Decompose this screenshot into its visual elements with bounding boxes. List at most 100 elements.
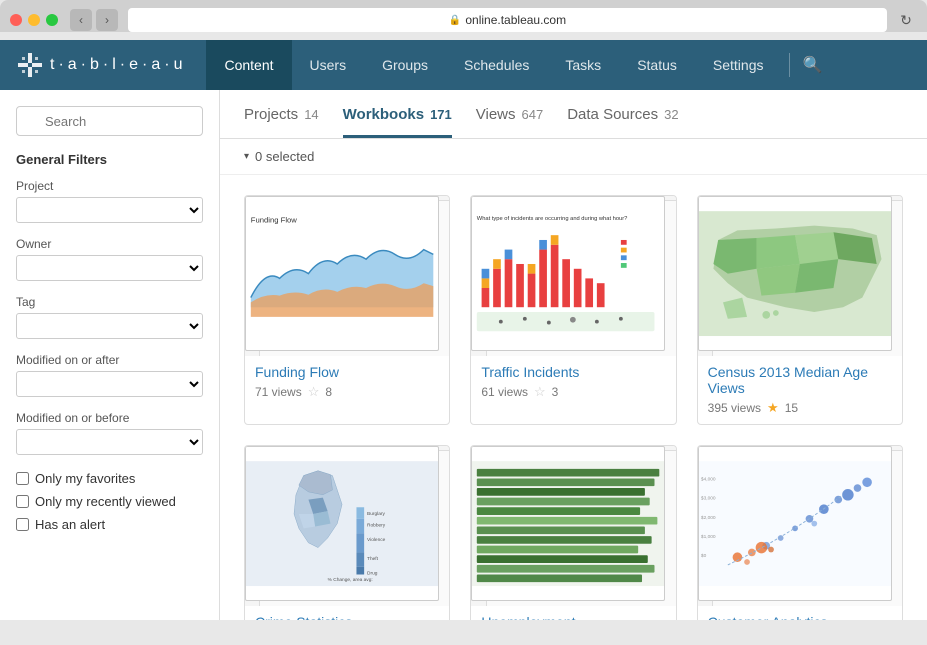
workbook-card-crime[interactable]: UK Crime Statistics: [244, 445, 450, 620]
tab-views-count: 647: [522, 107, 544, 122]
tab-workbooks-label: Workbooks: [343, 106, 424, 123]
svg-text:What type of incidents are occ: What type of incidents are occurring and…: [477, 216, 628, 222]
svg-text:$0: $0: [701, 553, 707, 559]
nav-item-settings[interactable]: Settings: [695, 40, 782, 90]
filter-group-tag: Tag: [16, 295, 203, 339]
filter-label-project: Project: [16, 179, 203, 193]
workbook-card-unemployment[interactable]: Unemployment 112 views ☆ 4: [470, 445, 676, 620]
tab-workbooks-count: 171: [430, 107, 452, 122]
tab-projects-label: Projects: [244, 106, 298, 123]
traffic-lights: [10, 14, 58, 26]
maximize-button[interactable]: [46, 14, 58, 26]
card-thumb-main-traffic: What type of incidents are occurring and…: [471, 196, 665, 351]
card-info-census: Census 2013 Median Age Views 395 views ★…: [698, 356, 902, 424]
card-info-unemployment: Unemployment 112 views ☆ 4: [471, 606, 675, 620]
top-nav: t·a·b·l·e·a·u Content Users Groups Sched…: [0, 40, 927, 90]
checkbox-has-alert[interactable]: Has an alert: [16, 517, 203, 532]
nav-item-status[interactable]: Status: [619, 40, 695, 90]
workbook-card-census[interactable]: Census 2013 Median Age Views 395 views ★…: [697, 195, 903, 425]
url-text: online.tableau.com: [465, 13, 566, 27]
filter-select-tag[interactable]: [16, 313, 203, 339]
card-thumb-main-crime: UK Crime Statistics: [245, 446, 439, 601]
svg-text:Drug: Drug: [367, 571, 378, 577]
filter-select-owner[interactable]: [16, 255, 203, 281]
checkbox-recently-viewed-input[interactable]: [16, 495, 29, 508]
checkbox-favorites[interactable]: Only my favorites: [16, 471, 203, 486]
nav-item-tasks[interactable]: Tasks: [547, 40, 619, 90]
filter-label-owner: Owner: [16, 237, 203, 251]
workbook-card-traffic-incidents[interactable]: What type of incidents are occurring and…: [470, 195, 676, 425]
nav-item-content[interactable]: Content: [206, 40, 291, 90]
card-title-traffic[interactable]: Traffic Incidents: [481, 364, 665, 380]
workbooks-grid: Funding Flow Funding Flow: [220, 175, 927, 620]
card-title-unemployment[interactable]: Unemployment: [481, 614, 665, 620]
workbook-card-funding-flow[interactable]: Funding Flow Funding Flow: [244, 195, 450, 425]
svg-text:% Change, area avg:: % Change, area avg:: [328, 577, 373, 583]
card-thumb-main-census: [698, 196, 892, 351]
reload-button[interactable]: ↻: [895, 9, 917, 31]
tableau-logo-icon: [16, 51, 44, 79]
views-funding-flow: 71 views: [255, 385, 302, 399]
checkbox-has-alert-label: Has an alert: [35, 517, 105, 532]
back-button[interactable]: ‹: [70, 9, 92, 31]
checkbox-recently-viewed[interactable]: Only my recently viewed: [16, 494, 203, 509]
workbook-card-customer[interactable]: $4,000 $3,000 $2,000 $1,000 $0: [697, 445, 903, 620]
star-icon-census[interactable]: ★: [767, 400, 779, 416]
main-content: Projects 14 Workbooks 171 Views 647 Data…: [220, 90, 927, 620]
filter-label-tag: Tag: [16, 295, 203, 309]
address-bar[interactable]: 🔒 online.tableau.com: [128, 8, 887, 32]
nav-item-schedules[interactable]: Schedules: [446, 40, 547, 90]
search-input[interactable]: [16, 106, 203, 136]
card-meta-traffic: 61 views ☆ 3: [481, 384, 665, 400]
svg-text:Funding Flow: Funding Flow: [251, 216, 298, 225]
views-census: 395 views: [708, 401, 761, 415]
filter-select-modified-before[interactable]: [16, 429, 203, 455]
forward-button[interactable]: ›: [96, 9, 118, 31]
traffic-chart: What type of incidents are occurring and…: [472, 197, 664, 350]
minimize-button[interactable]: [28, 14, 40, 26]
card-info-funding-flow: Funding Flow 71 views ☆ 8: [245, 356, 449, 408]
tab-data-sources[interactable]: Data Sources 32: [567, 106, 678, 135]
tab-projects-count: 14: [304, 107, 318, 122]
card-meta-funding-flow: 71 views ☆ 8: [255, 384, 439, 400]
svg-text:$4,000: $4,000: [701, 476, 716, 482]
star-icon-traffic[interactable]: ☆: [534, 384, 546, 400]
browser-titlebar: ‹ › 🔒 online.tableau.com ↻: [10, 8, 917, 32]
star-icon-funding-flow[interactable]: ☆: [308, 384, 320, 400]
card-thumb-main-unemployment: [471, 446, 665, 601]
close-button[interactable]: [10, 14, 22, 26]
card-title-crime[interactable]: Crime Statistics: [255, 614, 439, 620]
card-thumb-customer: $4,000 $3,000 $2,000 $1,000 $0: [698, 446, 902, 606]
lock-icon: 🔒: [449, 15, 461, 26]
checkbox-has-alert-input[interactable]: [16, 518, 29, 531]
views-traffic: 61 views: [481, 385, 528, 399]
general-filters-title: General Filters: [16, 152, 203, 167]
search-icon[interactable]: 🔍: [802, 55, 822, 75]
svg-text:$2,000: $2,000: [701, 515, 716, 521]
selection-label: 0 selected: [255, 149, 314, 164]
nav-item-groups[interactable]: Groups: [364, 40, 446, 90]
tab-views[interactable]: Views 647: [476, 106, 543, 135]
tab-projects[interactable]: Projects 14: [244, 106, 319, 135]
card-thumb-main-customer: $4,000 $3,000 $2,000 $1,000 $0: [698, 446, 892, 601]
tab-workbooks[interactable]: Workbooks 171: [343, 106, 452, 138]
selection-bar[interactable]: ▾ 0 selected: [220, 139, 927, 175]
card-info-customer: Customer Analytics 1,284 views ☆ 24: [698, 606, 902, 620]
logo: t·a·b·l·e·a·u: [16, 51, 186, 79]
card-title-funding-flow[interactable]: Funding Flow: [255, 364, 439, 380]
filter-select-project[interactable]: [16, 197, 203, 223]
svg-text:$1,000: $1,000: [701, 534, 716, 540]
filter-group-modified-after: Modified on or after: [16, 353, 203, 397]
card-title-census[interactable]: Census 2013 Median Age Views: [708, 364, 892, 396]
checkbox-favorites-label: Only my favorites: [35, 471, 135, 486]
card-thumb-crime: UK Crime Statistics: [245, 446, 449, 606]
filter-select-modified-after[interactable]: [16, 371, 203, 397]
tab-data-sources-label: Data Sources: [567, 106, 658, 123]
card-title-customer[interactable]: Customer Analytics: [708, 614, 892, 620]
star-count-census: 15: [785, 401, 798, 415]
nav-item-users[interactable]: Users: [292, 40, 365, 90]
checkbox-favorites-input[interactable]: [16, 472, 29, 485]
nav-divider: [789, 53, 790, 77]
card-info-crime: Crime Statistics 74 views ☆ 5: [245, 606, 449, 620]
star-count-funding-flow: 8: [325, 385, 332, 399]
